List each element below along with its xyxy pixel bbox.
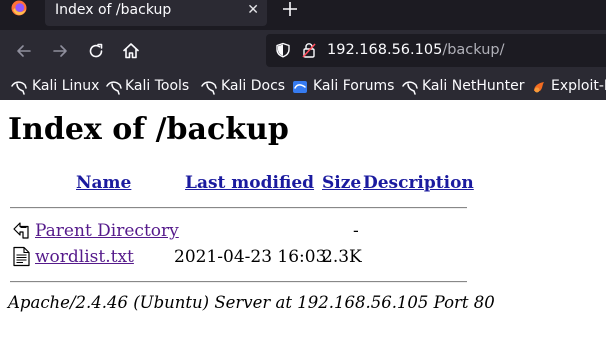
- last-modified-cell: 2021-04-23 16:03: [174, 247, 327, 267]
- column-header-last-modified[interactable]: Last modified: [185, 173, 314, 193]
- url-path: /backup/: [442, 42, 505, 58]
- file-link-wordlist[interactable]: wordlist.txt: [35, 247, 134, 267]
- bookmark-label: Kali Docs: [221, 78, 286, 94]
- column-header-description[interactable]: Description: [363, 173, 474, 193]
- bookmark-label: Kali NetHunter: [422, 78, 525, 94]
- page-title: Index of /backup: [8, 112, 289, 147]
- firefox-icon: [11, 0, 27, 16]
- kali-dragon-icon: [402, 81, 418, 95]
- tab-index-of-backup[interactable]: Index of /backup ✕: [45, 0, 267, 26]
- tab-title: Index of /backup: [55, 2, 172, 18]
- tab-close-icon[interactable]: ✕: [247, 0, 259, 20]
- exploit-db-icon: [534, 82, 544, 93]
- back-arrow-icon: [13, 222, 29, 239]
- url-host: 192.168.56.105: [327, 42, 443, 58]
- forward-icon[interactable]: [50, 41, 70, 61]
- page-content: Index of /backup Name Last modified Size…: [0, 100, 606, 356]
- kali-dragon-icon: [106, 81, 122, 95]
- size-cell: 2.3K: [322, 247, 362, 267]
- kali-dragon-icon: [11, 81, 27, 95]
- url-text: 192.168.56.105/backup/: [327, 34, 505, 67]
- insecure-lock-icon[interactable]: [302, 42, 316, 58]
- server-signature: Apache/2.4.46 (Ubuntu) Server at 192.168…: [8, 293, 495, 312]
- header-divider: [10, 207, 467, 209]
- kali-forums-icon: [293, 81, 307, 93]
- parent-directory-link[interactable]: Parent Directory: [35, 221, 179, 241]
- bookmark-label: Kali Tools: [125, 78, 190, 94]
- bookmark-label: Exploit-DB: [551, 78, 606, 94]
- bookmark-label: Kali Linux: [32, 78, 100, 94]
- url-bar[interactable]: 192.168.56.105/backup/: [266, 34, 606, 67]
- navigation-toolbar: 192.168.56.105/backup/: [0, 30, 606, 72]
- bookmark-label: Kali Forums: [313, 78, 395, 94]
- kali-dragon-icon: [201, 81, 217, 95]
- tracking-protection-shield-icon[interactable]: [275, 42, 291, 58]
- text-file-icon: [13, 246, 30, 267]
- reload-icon[interactable]: [86, 41, 106, 61]
- column-header-name[interactable]: Name: [76, 173, 131, 193]
- bookmarks-toolbar: Kali Linux Kali Tools Kali Docs Kali For…: [0, 72, 606, 100]
- size-cell: -: [353, 221, 359, 241]
- back-icon[interactable]: [14, 41, 34, 61]
- footer-divider: [10, 281, 467, 283]
- column-header-size[interactable]: Size: [322, 173, 361, 193]
- home-icon[interactable]: [121, 41, 141, 61]
- tab-strip: Index of /backup ✕: [0, 0, 606, 30]
- plus-icon[interactable]: [281, 0, 299, 18]
